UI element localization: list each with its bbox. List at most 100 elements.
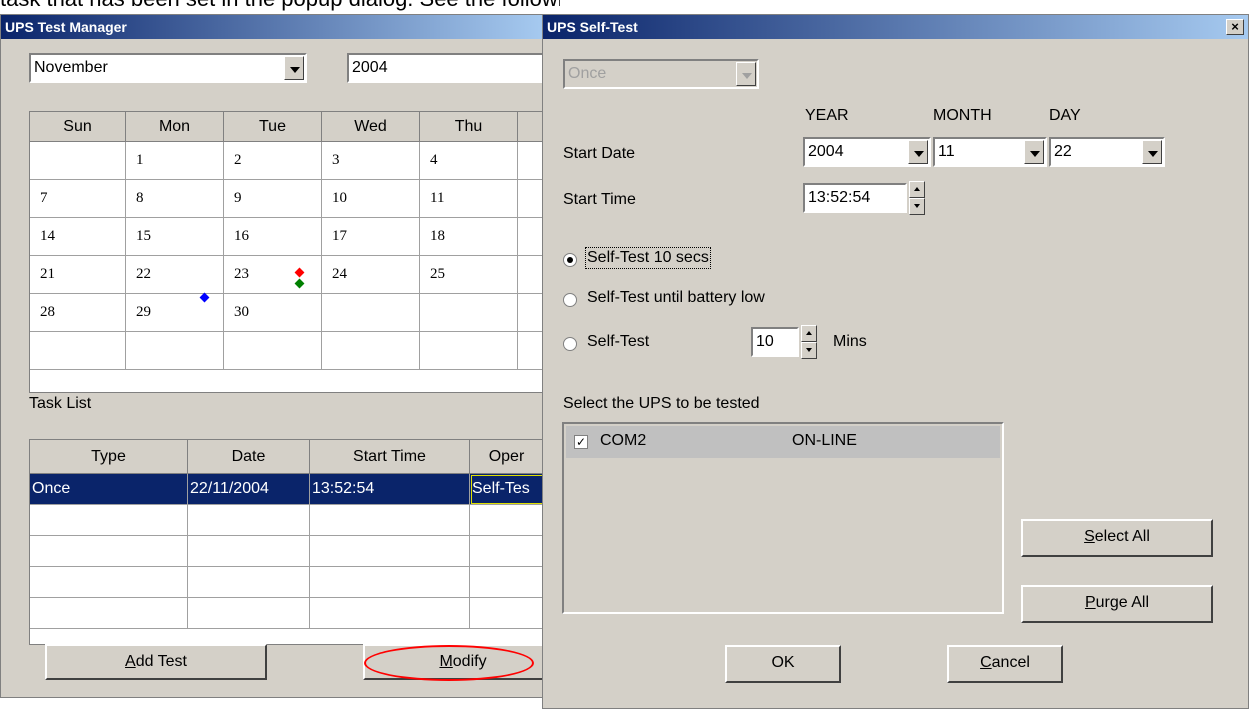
calendar-day-cell[interactable]: 11 xyxy=(420,180,518,218)
empty-row-cell[interactable] xyxy=(188,536,310,567)
empty-row-cell[interactable] xyxy=(470,567,542,598)
calendar-day-cell[interactable] xyxy=(518,180,542,218)
calendar-day-cell[interactable]: 29 xyxy=(126,294,224,332)
calendar-day-cell[interactable]: 7 xyxy=(30,180,126,218)
option-10-secs-radio[interactable] xyxy=(563,253,577,267)
purge-all-label: urge All xyxy=(1095,594,1150,611)
empty-row-cell[interactable] xyxy=(188,505,310,536)
calendar-day-cell[interactable]: 22 xyxy=(126,256,224,294)
calendar-day-cell[interactable]: 8 xyxy=(126,180,224,218)
task-row-cell[interactable]: 13:52:54 xyxy=(310,474,470,505)
start-year-dropdown-icon[interactable] xyxy=(908,140,928,164)
add-test-button[interactable]: Add Test xyxy=(45,644,267,680)
option-minutes-radio[interactable] xyxy=(563,337,577,351)
calendar-day-cell[interactable]: 14 xyxy=(30,218,126,256)
ok-button[interactable]: OK xyxy=(725,645,841,683)
calendar-day-cell[interactable]: 1 xyxy=(126,142,224,180)
calendar-day-cell[interactable]: 30 xyxy=(224,294,322,332)
empty-row-cell[interactable] xyxy=(310,505,470,536)
ups-list-item[interactable]: ✓ COM2 ON-LINE xyxy=(566,426,1000,458)
calendar-day-cell[interactable] xyxy=(420,332,518,370)
minutes-spinner[interactable] xyxy=(801,325,817,359)
start-time-field[interactable]: 13:52:54 xyxy=(803,183,907,213)
calendar-day-cell[interactable] xyxy=(420,294,518,332)
ok-label: OK xyxy=(771,654,795,671)
calendar-day-cell[interactable]: 15 xyxy=(126,218,224,256)
task-column-header[interactable]: Type xyxy=(30,440,188,474)
calendar-day-cell[interactable] xyxy=(126,332,224,370)
day-column-label: DAY xyxy=(1049,107,1081,124)
start-time-label: Start Time xyxy=(563,191,636,208)
select-all-button[interactable]: Select All xyxy=(1021,519,1213,557)
task-row-cell[interactable]: 22/11/2004 xyxy=(188,474,310,505)
ups-port: COM2 xyxy=(600,432,647,449)
task-column-header[interactable]: Date xyxy=(188,440,310,474)
task-row-cell[interactable]: Self-Tes xyxy=(470,474,542,505)
year-column-label: YEAR xyxy=(805,107,849,124)
empty-row-cell[interactable] xyxy=(30,536,188,567)
empty-row-cell[interactable] xyxy=(310,536,470,567)
close-icon[interactable]: × xyxy=(1226,19,1244,35)
calendar-day-cell[interactable] xyxy=(322,294,420,332)
start-day-dropdown-icon[interactable] xyxy=(1142,140,1162,164)
empty-row-cell[interactable] xyxy=(30,598,188,629)
calendar-day-cell[interactable]: 16 xyxy=(224,218,322,256)
ups-checkbox[interactable]: ✓ xyxy=(574,435,588,449)
calendar-day-cell[interactable] xyxy=(322,332,420,370)
calendar-day-cell[interactable]: 25 xyxy=(420,256,518,294)
start-month-dropdown-icon[interactable] xyxy=(1024,140,1044,164)
calendar-day-cell[interactable] xyxy=(518,294,542,332)
option-battery-low-radio[interactable] xyxy=(563,293,577,307)
calendar-day-cell[interactable] xyxy=(30,142,126,180)
modify-highlight-ellipse xyxy=(364,645,534,681)
empty-row-cell[interactable] xyxy=(188,567,310,598)
calendar-day-cell[interactable]: 4 xyxy=(420,142,518,180)
empty-row-cell[interactable] xyxy=(310,567,470,598)
task-column-header[interactable]: Start Time xyxy=(310,440,470,474)
minutes-field[interactable]: 10 xyxy=(751,327,799,357)
calendar-day-cell[interactable] xyxy=(518,142,542,180)
month-select[interactable]: November xyxy=(29,53,307,83)
calendar-day-cell[interactable]: 3 xyxy=(322,142,420,180)
task-column-header[interactable]: Oper xyxy=(470,440,542,474)
empty-row-cell[interactable] xyxy=(470,598,542,629)
start-day-select[interactable]: 22 xyxy=(1049,137,1165,167)
spin-up-icon[interactable] xyxy=(909,181,925,198)
empty-row-cell[interactable] xyxy=(30,505,188,536)
calendar-day-cell[interactable] xyxy=(224,332,322,370)
empty-row-cell[interactable] xyxy=(30,567,188,598)
ups-status: ON-LINE xyxy=(792,432,857,449)
minutes-up-icon[interactable] xyxy=(801,325,817,342)
option-minutes-label[interactable]: Self-Test xyxy=(587,333,649,351)
start-time-spinner[interactable] xyxy=(909,181,925,215)
purge-all-button[interactable]: Purge All xyxy=(1021,585,1213,623)
empty-row-cell[interactable] xyxy=(470,536,542,567)
calendar-day-cell[interactable]: 18 xyxy=(420,218,518,256)
calendar-day-cell[interactable]: 2 xyxy=(224,142,322,180)
start-month-select[interactable]: 11 xyxy=(933,137,1047,167)
calendar-day-cell[interactable]: 9 xyxy=(224,180,322,218)
cancel-button[interactable]: Cancel xyxy=(947,645,1063,683)
empty-row-cell[interactable] xyxy=(310,598,470,629)
minutes-down-icon[interactable] xyxy=(801,342,817,359)
month-dropdown-icon[interactable] xyxy=(284,56,304,80)
calendar-day-cell[interactable] xyxy=(518,256,542,294)
calendar-day-cell[interactable]: 17 xyxy=(322,218,420,256)
calendar-day-cell[interactable]: 21 xyxy=(30,256,126,294)
calendar-day-cell[interactable]: 23 xyxy=(224,256,322,294)
calendar-day-cell[interactable]: 24 xyxy=(322,256,420,294)
calendar-day-cell[interactable] xyxy=(518,332,542,370)
option-10-secs-label[interactable]: Self-Test 10 secs xyxy=(585,247,711,269)
year-field[interactable]: 2004 xyxy=(347,53,547,83)
task-row-cell[interactable]: Once xyxy=(30,474,188,505)
empty-row-cell[interactable] xyxy=(188,598,310,629)
start-year-select[interactable]: 2004 xyxy=(803,137,931,167)
calendar-day-cell[interactable] xyxy=(518,218,542,256)
calendar-day-cell[interactable]: 10 xyxy=(322,180,420,218)
empty-row-cell[interactable] xyxy=(470,505,542,536)
year-value: 2004 xyxy=(352,59,388,76)
spin-down-icon[interactable] xyxy=(909,198,925,215)
calendar-day-cell[interactable] xyxy=(30,332,126,370)
option-battery-low-label[interactable]: Self-Test until battery low xyxy=(587,289,765,307)
calendar-day-cell[interactable]: 28 xyxy=(30,294,126,332)
